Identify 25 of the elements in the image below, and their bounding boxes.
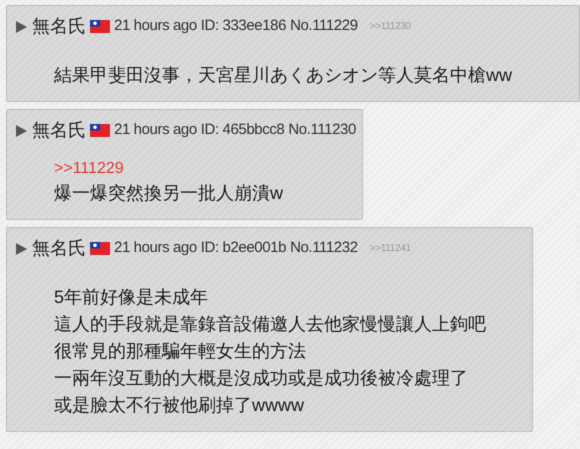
- post-number[interactable]: No.111229: [290, 15, 358, 38]
- poster-id: ID: 333ee186: [200, 16, 286, 36]
- flag-icon: [90, 242, 110, 255]
- post-text-line: 5年前好像是未成年: [54, 286, 210, 309]
- post-text-line: 結果甲斐田沒事，天宮星川あくあシオン等人莫名中槍ww: [54, 64, 513, 87]
- post-time: 21 hours ago: [114, 238, 197, 258]
- post-text-line: 一兩年沒互動的大概是沒成功或是成功後被冷處理了: [54, 367, 469, 390]
- poster-id: ID: b2ee001b: [200, 238, 286, 258]
- poster-name: 無名氏: [32, 237, 86, 260]
- post-text-line: 這人的手段就是靠錄音設備邀人去他家慢慢讓人上鉤吧: [54, 313, 486, 336]
- post-time: 21 hours ago: [114, 120, 197, 140]
- post-time: 21 hours ago: [114, 16, 197, 36]
- triangle-icon[interactable]: [15, 20, 28, 34]
- post-text-line: 爆一爆突然換另一批人崩潰w: [54, 182, 284, 205]
- triangle-icon[interactable]: [15, 242, 28, 256]
- flag-icon: [90, 20, 110, 33]
- poster-name: 無名氏: [32, 119, 86, 142]
- poster-id: ID: 465bbcc8: [200, 120, 284, 140]
- triangle-icon[interactable]: [15, 124, 28, 138]
- flag-icon: [90, 124, 110, 137]
- post-number[interactable]: No.111230: [288, 119, 356, 142]
- post-text-line: 或是臉太不行被他刷掉了wwww: [54, 394, 305, 417]
- post-number[interactable]: No.111232: [290, 237, 358, 260]
- poster-name: 無名氏: [32, 15, 86, 38]
- post-text-line: 很常見的那種騙年輕女生的方法: [54, 340, 307, 363]
